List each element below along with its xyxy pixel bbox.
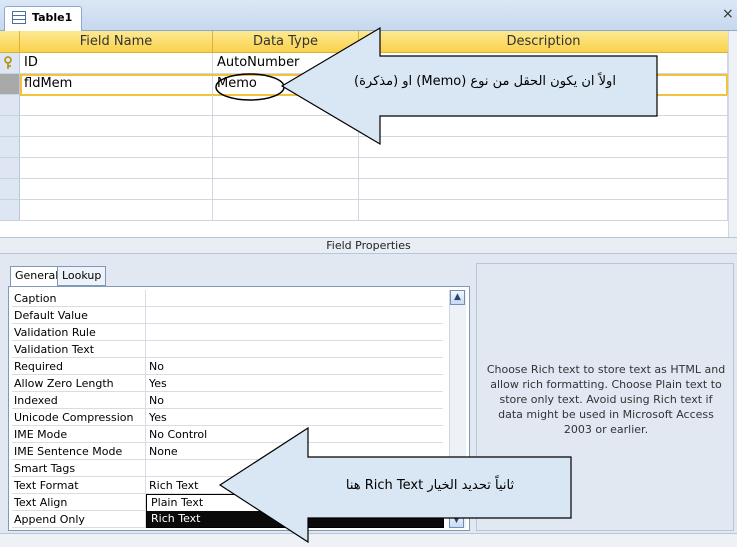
primary-key-icon bbox=[4, 56, 12, 69]
row-selector[interactable] bbox=[0, 179, 20, 200]
tab-table1[interactable]: Table1 bbox=[4, 6, 82, 31]
row-selector[interactable] bbox=[0, 95, 20, 116]
property-label: Allow Zero Length bbox=[12, 375, 146, 392]
empty-cell[interactable] bbox=[359, 200, 728, 221]
property-label: Required bbox=[12, 358, 146, 375]
property-value[interactable] bbox=[146, 324, 443, 341]
empty-cell[interactable] bbox=[213, 200, 359, 221]
empty-cell[interactable] bbox=[20, 116, 213, 137]
empty-cell[interactable] bbox=[20, 137, 213, 158]
row-selector[interactable] bbox=[0, 74, 20, 95]
property-value[interactable] bbox=[146, 341, 443, 358]
row-selector[interactable] bbox=[0, 200, 20, 221]
tab-label: Table1 bbox=[32, 11, 73, 24]
property-label: IME Mode bbox=[12, 426, 146, 443]
tab-general[interactable]: General bbox=[10, 266, 64, 288]
property-label: Unicode Compression bbox=[12, 409, 146, 426]
property-value[interactable]: Yes bbox=[146, 409, 443, 426]
field-properties-bar: Field Properties bbox=[0, 237, 737, 254]
scroll-up-icon[interactable]: ▲ bbox=[450, 290, 465, 305]
empty-cell[interactable] bbox=[20, 179, 213, 200]
property-label: IME Sentence Mode bbox=[12, 443, 146, 460]
empty-cell[interactable] bbox=[20, 158, 213, 179]
empty-cell[interactable] bbox=[20, 95, 213, 116]
property-label: Text Format bbox=[12, 477, 146, 494]
table-icon bbox=[12, 11, 26, 24]
tab-lookup[interactable]: Lookup bbox=[57, 266, 107, 286]
row-selector[interactable] bbox=[0, 53, 20, 74]
empty-cell[interactable] bbox=[213, 179, 359, 200]
row-selector[interactable] bbox=[0, 158, 20, 179]
property-label: Smart Tags bbox=[12, 460, 146, 477]
row-selector[interactable] bbox=[0, 116, 20, 137]
annotation-second: ثانياً تحديد الخيار Rich Text هنا bbox=[345, 478, 515, 493]
property-value[interactable]: No bbox=[146, 358, 443, 375]
close-icon[interactable]: × bbox=[722, 6, 734, 22]
field-name-header: Field Name bbox=[20, 31, 213, 53]
field-name-cell[interactable]: ID bbox=[20, 53, 213, 74]
property-label: Default Value bbox=[12, 307, 146, 324]
property-value[interactable] bbox=[146, 290, 443, 307]
property-label: Indexed bbox=[12, 392, 146, 409]
property-label: Validation Rule bbox=[12, 324, 146, 341]
property-value[interactable] bbox=[146, 307, 443, 324]
grid-scrollbar[interactable] bbox=[728, 31, 737, 237]
property-label: Validation Text bbox=[12, 341, 146, 358]
row-selector[interactable] bbox=[0, 137, 20, 158]
empty-cell[interactable] bbox=[359, 179, 728, 200]
row-selector-header bbox=[0, 31, 20, 53]
property-label: Caption bbox=[12, 290, 146, 307]
property-label: Append Only bbox=[12, 511, 146, 528]
empty-cell[interactable] bbox=[359, 158, 728, 179]
empty-cell[interactable] bbox=[20, 200, 213, 221]
annotation-first: اولاً ان يكون الحقل من نوع (Memo) او (مذ… bbox=[354, 74, 616, 89]
property-value[interactable]: Yes bbox=[146, 375, 443, 392]
property-value[interactable]: No bbox=[146, 392, 443, 409]
memo-highlight-ellipse bbox=[215, 73, 285, 101]
property-label: Text Align bbox=[12, 494, 146, 511]
empty-cell[interactable] bbox=[213, 158, 359, 179]
